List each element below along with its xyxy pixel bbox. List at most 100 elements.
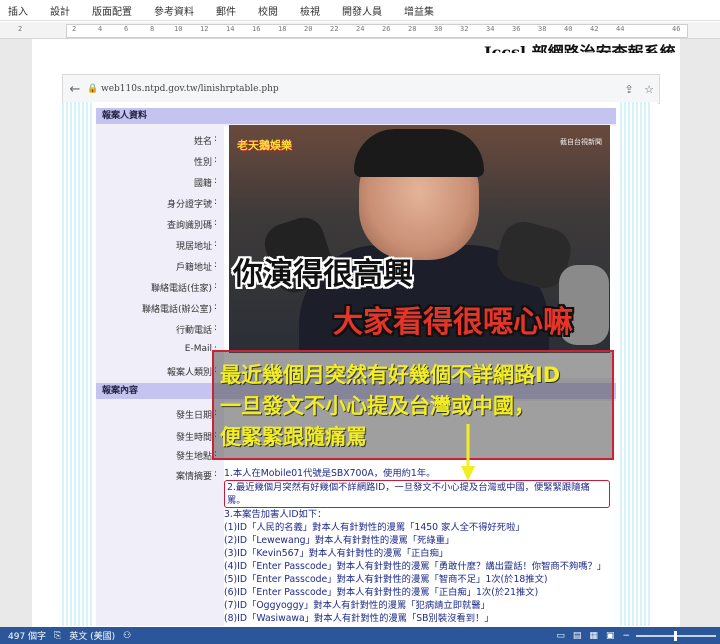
- colon: :: [214, 134, 218, 144]
- ruler-tick: 4: [98, 25, 103, 33]
- word-count[interactable]: 497 個字: [8, 629, 46, 642]
- field-label-mobile: 行動電話: [175, 326, 212, 336]
- embedded-browser-bar: ← 🔒 web110s.ntpd.gov.tw/linishrptable.ph…: [62, 74, 660, 104]
- zoom-slider[interactable]: [636, 630, 716, 641]
- callout-line: 一旦發文不小心提及台灣或中國，: [220, 394, 535, 418]
- ruler-tick: 28: [408, 25, 417, 33]
- arrow-down-icon: [461, 424, 475, 481]
- zoom-slider-knob[interactable]: [674, 630, 677, 641]
- photo-corner-mark: 截自台視新聞: [560, 138, 602, 146]
- ruler-tick: 38: [538, 25, 547, 33]
- ruler-tick: 24: [356, 25, 365, 33]
- summary-line: (1)ID「人民的名義」對本人有針對性的漫罵「1450 家人全不得好死啦」: [224, 522, 525, 533]
- status-bar: 497 個字 ⎘ 英文 (美國) ⚇ ▭ ▤ ▦ ▣ −: [0, 627, 720, 644]
- read-mode-icon[interactable]: ▤: [573, 631, 582, 641]
- ruler-tick: 46: [672, 25, 681, 33]
- photo-caption-bottom: 大家看得很噁心嘛: [333, 305, 573, 340]
- url-text: web110s.ntpd.gov.tw/linishrptable.php: [101, 84, 279, 94]
- ruler-tick: 26: [382, 25, 391, 33]
- ruler-tick: 2: [72, 25, 77, 33]
- accessibility-icon[interactable]: ⚇: [123, 631, 131, 641]
- summary-line: (2)ID「Lewewang」對本人有針對性的漫罵「死綠重」: [224, 535, 455, 546]
- summary-line: 1.本人在Mobile01代號是SBX700A，使用約1年。: [224, 468, 436, 479]
- ribbon-tabs: 插入 設計 版面配置 參考資料 郵件 校閱 檢視 開發人員 增益集: [0, 0, 720, 21]
- print-layout-icon[interactable]: ▦: [589, 631, 598, 641]
- tab-addins[interactable]: 增益集: [404, 3, 434, 18]
- colon: :: [214, 302, 218, 312]
- field-label-location: 發生地點: [175, 452, 212, 462]
- summary-line: 3.本案告加害人ID如下：: [224, 509, 327, 520]
- photo-figure-hair: [354, 129, 484, 177]
- colon: :: [214, 323, 218, 333]
- ruler-tick: 12: [200, 25, 209, 33]
- callout-line: 最近幾個月突然有好幾個不詳網路ID: [220, 363, 561, 387]
- colon: :: [214, 155, 218, 165]
- field-label-home-phone: 聯絡電話(住家): [150, 284, 212, 294]
- colon: :: [214, 281, 218, 291]
- ruler-tick: 18: [278, 25, 287, 33]
- ruler-tick: 20: [304, 25, 313, 33]
- colon: :: [214, 260, 218, 270]
- tab-layout[interactable]: 版面配置: [92, 3, 132, 18]
- ruler-tick: 14: [226, 25, 235, 33]
- field-label-office-phone: 聯絡電話(辦公室): [141, 305, 212, 315]
- field-label-date: 發生日期: [175, 411, 212, 421]
- field-label-id-number: 身分證字號: [166, 200, 212, 210]
- field-label-summary: 案情摘要: [175, 472, 212, 482]
- zoom-out-icon[interactable]: −: [622, 631, 630, 641]
- view-controls: ▭ ▤ ▦ ▣ −: [548, 630, 716, 641]
- tab-developer[interactable]: 開發人員: [342, 3, 382, 18]
- star-icon: ☆: [644, 82, 654, 96]
- field-label-time: 發生時間: [175, 433, 212, 443]
- tab-insert[interactable]: 插入: [8, 3, 28, 18]
- field-label-registered-address: 戶籍地址: [175, 263, 212, 273]
- horizontal-ruler[interactable]: 2 2 4 6 8 10 12 14 16 18 20 22 24 26 28 …: [0, 22, 720, 39]
- summary-line: (7)ID「Oggyoggy」對本人有針對性的漫罵「犯病請立即就醫」: [224, 600, 490, 611]
- callout-line: 便緊緊跟隨痛罵: [220, 425, 367, 449]
- ruler-tick: 2: [18, 25, 23, 33]
- right-stripe-border: [620, 102, 650, 626]
- tab-references[interactable]: 參考資料: [154, 3, 194, 18]
- reporter-section-header: 報案人資料: [96, 108, 616, 124]
- left-stripe-border: [62, 102, 92, 626]
- field-label-email: E-Mail: [184, 344, 212, 354]
- summary-line: (4)ID「Enter Passcode」對本人有針對性的漫罵「勇敢什麼？講出靈…: [224, 561, 607, 572]
- ruler-tick: 44: [616, 25, 625, 33]
- tab-view[interactable]: 檢視: [300, 3, 320, 18]
- field-label-current-address: 現居地址: [175, 242, 212, 252]
- annotation-callout: 最近幾個月突然有好幾個不詳網路ID 一旦發文不小心提及台灣或中國， 便緊緊跟隨痛…: [212, 350, 614, 460]
- news-photo: 老天鵝娛樂 截自台視新聞 你演得很高興 大家看得很噁心嘛: [229, 125, 610, 353]
- page-heading-fragment: Iccsl 部網路治安查報系統: [484, 43, 676, 53]
- ruler-tick: 32: [460, 25, 469, 33]
- colon: :: [214, 176, 218, 186]
- summary-line: (8)ID「Wasiwawa」對本人有針對性的漫罵「SB別裝沒看到！」: [224, 613, 494, 624]
- colon: :: [214, 239, 218, 249]
- ruler-tick: 42: [590, 25, 599, 33]
- web-layout-icon[interactable]: ▣: [606, 631, 615, 641]
- ruler-tick: 10: [174, 25, 183, 33]
- focus-icon[interactable]: ▭: [556, 631, 565, 641]
- tab-mailings[interactable]: 郵件: [216, 3, 236, 18]
- language-indicator[interactable]: 英文 (美國): [69, 629, 115, 642]
- ruler-tick: 22: [330, 25, 339, 33]
- ruler-tick: 30: [434, 25, 443, 33]
- colon: :: [214, 218, 218, 228]
- field-label-query-code: 查詢識別碼: [166, 221, 212, 231]
- ruler-tick: 36: [512, 25, 521, 33]
- tab-design[interactable]: 設計: [50, 3, 70, 18]
- summary-line: (3)ID「Kevin567」對本人有針對性的漫罵「正白痴」: [224, 548, 449, 559]
- colon: :: [214, 197, 218, 207]
- ruler-tick: 40: [564, 25, 573, 33]
- lock-icon: 🔒: [87, 84, 99, 94]
- colon: :: [214, 469, 218, 479]
- tab-review[interactable]: 校閱: [258, 3, 278, 18]
- case-summary: 1.本人在Mobile01代號是SBX700A，使用約1年。 2.最近幾個月突然…: [224, 467, 616, 625]
- summary-line-highlighted: 2.最近幾個月突然有好幾個不詳網路ID，一旦發文不小心提及台灣或中國，便緊緊跟隨…: [224, 480, 610, 508]
- proofing-icon[interactable]: ⎘: [54, 631, 61, 641]
- ruler-tick: 34: [486, 25, 495, 33]
- ruler-tick: 8: [150, 25, 155, 33]
- field-label-gender: 性別: [193, 158, 212, 168]
- ruler-tick: 6: [124, 25, 129, 33]
- field-label-nationality: 國籍: [193, 179, 212, 189]
- arrow-left-icon: ←: [69, 81, 81, 97]
